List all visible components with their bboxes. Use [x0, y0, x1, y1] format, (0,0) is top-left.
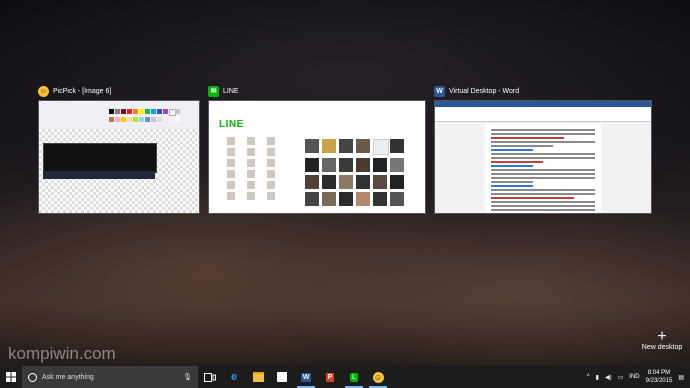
picpick-taskbar-icon[interactable]: ☺: [366, 366, 390, 388]
clock-time: 8:04 PM: [647, 370, 671, 376]
window-thumbnail-picpick[interactable]: ☺ PicPick - [Image 6]: [38, 84, 200, 214]
window-preview: LINE: [208, 100, 426, 214]
cortana-icon: [28, 372, 37, 382]
sticker-grid: [305, 139, 404, 206]
window-thumbnail-line[interactable]: ✉ LINE LINE: [208, 84, 426, 214]
word-ribbon: [435, 107, 651, 122]
microphone-icon[interactable]: 🎙: [183, 373, 192, 381]
line-icon: ✉: [208, 85, 219, 97]
system-tray: ^ ▮ ◀) ▭ IND 8:04 PM 9/23/2015 ▤: [587, 369, 690, 385]
picpick-canvas: [39, 129, 199, 213]
window-title: PicPick - [Image 6]: [53, 87, 112, 95]
notification-icon[interactable]: ▤: [678, 374, 684, 381]
window-title: LINE: [223, 87, 239, 95]
task-view-icon[interactable]: [198, 366, 222, 388]
clock[interactable]: 8:04 PM 9/23/2015: [646, 369, 673, 385]
window-preview: [38, 100, 200, 214]
clock-date: 9/23/2015: [645, 378, 673, 384]
word-taskbar-icon[interactable]: W: [294, 366, 318, 388]
language-indicator[interactable]: IND: [629, 374, 639, 380]
captured-taskbar: [43, 171, 155, 179]
taskbar: Ask me anything 🎙 e W P L ☺ ^ ▮ ◀) ▭ IND…: [0, 366, 690, 388]
thumbnail-header: ✉ LINE: [208, 84, 424, 98]
word-icon: W: [434, 85, 445, 97]
color-palette: [109, 109, 180, 122]
volume-icon[interactable]: ◀): [605, 374, 612, 381]
new-desktop-button[interactable]: + New desktop: [640, 328, 684, 352]
picpick-ribbon: [39, 101, 199, 130]
window-thumbnail-word[interactable]: W Virtual Desktop - Word: [434, 84, 652, 214]
windows-logo-icon: [6, 372, 16, 382]
line-logo: LINE: [219, 119, 244, 130]
cortana-search-box[interactable]: Ask me anything 🎙: [22, 366, 198, 388]
plus-icon: +: [657, 328, 667, 345]
picpick-icon: ☺: [38, 85, 49, 97]
line-taskbar-icon[interactable]: L: [342, 366, 366, 388]
watermark: kompiwin.com: [8, 344, 116, 363]
document-page: [485, 123, 601, 213]
edge-icon[interactable]: e: [222, 366, 246, 388]
contact-list: [227, 137, 275, 200]
thumbnail-header: ☺ PicPick - [Image 6]: [38, 84, 200, 98]
network-icon[interactable]: ▮: [596, 374, 599, 381]
new-desktop-label: New desktop: [641, 344, 683, 351]
thumbnail-header: W Virtual Desktop - Word: [434, 84, 650, 98]
search-placeholder: Ask me anything: [42, 373, 94, 381]
powerpoint-icon[interactable]: P: [318, 366, 342, 388]
captured-image: [43, 143, 157, 173]
start-button[interactable]: [0, 366, 22, 388]
battery-icon[interactable]: ▭: [618, 374, 624, 381]
file-explorer-icon[interactable]: [246, 366, 270, 388]
window-preview: [434, 100, 652, 214]
chevron-up-icon[interactable]: ^: [587, 374, 590, 380]
store-icon[interactable]: [270, 366, 294, 388]
window-title: Virtual Desktop - Word: [449, 87, 520, 95]
